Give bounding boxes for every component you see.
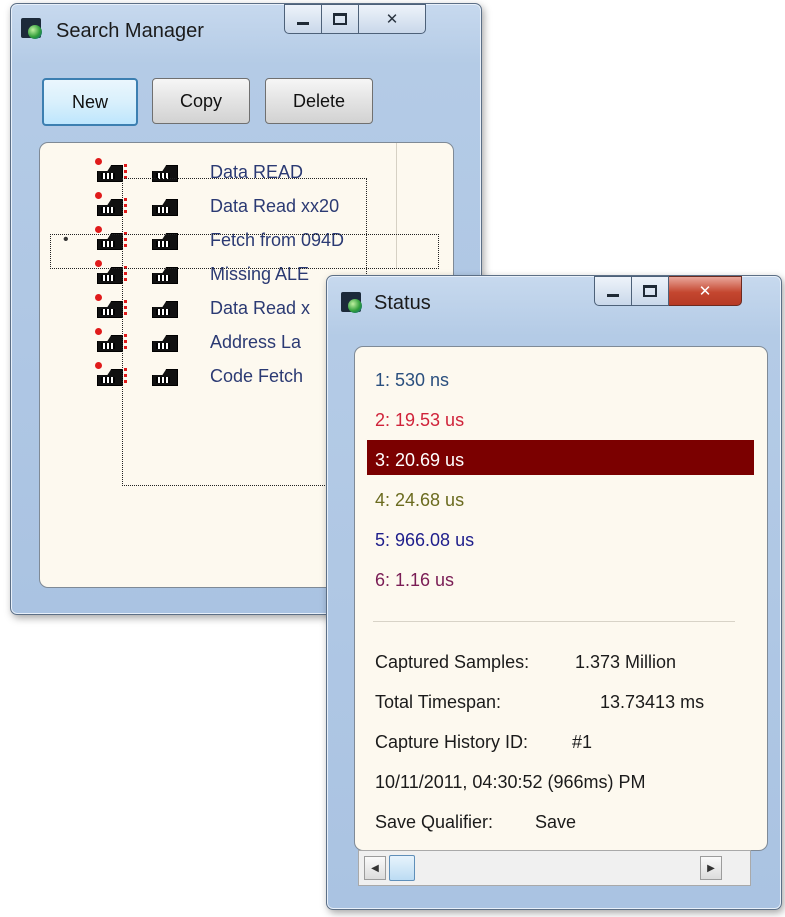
delete-button[interactable]: Delete: [265, 78, 373, 124]
scroll-left-button[interactable]: ◀: [364, 856, 386, 880]
search-enable-icon[interactable]: [95, 158, 127, 182]
captured-samples-row: Captured Samples: 1.373 Million: [375, 652, 676, 673]
maximize-icon: [333, 13, 347, 25]
total-timespan-label: Total Timespan:: [375, 692, 502, 712]
minimize-icon: [297, 22, 309, 25]
capture-timestamp: 10/11/2011, 04:30:52 (966ms) PM: [375, 772, 646, 792]
search-manager-titlebar[interactable]: Search Manager ✕: [11, 4, 481, 52]
status-titlebar[interactable]: Status ✕: [327, 276, 781, 324]
scroll-thumb[interactable]: [389, 855, 415, 881]
total-timespan-value: 13.73413 ms: [600, 692, 705, 712]
close-icon: ✕: [385, 10, 399, 28]
captured-samples-label: Captured Samples:: [375, 652, 530, 672]
close-button[interactable]: ✕: [669, 276, 742, 306]
scroll-right-icon: ▶: [707, 862, 715, 874]
capture-history-row: Capture History ID: #1: [375, 732, 592, 753]
minimize-icon: [607, 294, 619, 297]
captured-samples-value: 1.373 Million: [575, 652, 677, 672]
horizontal-scrollbar[interactable]: ◀ ▶: [358, 850, 751, 886]
timing-row[interactable]: 2: 19.53 us: [375, 410, 464, 431]
new-button[interactable]: New: [42, 78, 138, 126]
capture-history-value: #1: [572, 732, 593, 752]
search-manager-caption-buttons: ✕: [284, 4, 426, 34]
timing-row[interactable]: 3: 20.69 us: [375, 450, 464, 471]
timing-row[interactable]: 1: 530 ns: [375, 370, 449, 391]
capture-history-label: Capture History ID:: [375, 732, 529, 752]
search-enable-icon[interactable]: [95, 328, 127, 352]
close-icon: ✕: [698, 282, 712, 300]
search-enable-icon[interactable]: [95, 362, 127, 386]
timing-row[interactable]: 4: 24.68 us: [375, 490, 464, 511]
search-enable-icon[interactable]: [95, 192, 127, 216]
save-qualifier-value: Save: [535, 812, 577, 832]
search-manager-title: Search Manager: [56, 20, 204, 42]
close-button[interactable]: ✕: [359, 4, 426, 34]
status-caption-buttons: ✕: [594, 276, 742, 306]
app-logo-icon: [341, 292, 365, 316]
app-logo-icon: [21, 18, 45, 42]
timing-row[interactable]: 6: 1.16 us: [375, 570, 454, 591]
save-qualifier-label: Save Qualifier:: [375, 812, 494, 832]
scroll-left-icon: ◀: [371, 862, 379, 874]
selection-focus-rect: [50, 234, 439, 269]
maximize-icon: [643, 285, 657, 297]
status-divider: [373, 621, 735, 622]
status-pane: 1: 530 ns 2: 19.53 us 3: 20.69 us 4: 24.68 …: [354, 346, 768, 851]
minimize-button[interactable]: [284, 4, 322, 34]
total-timespan-row: Total Timespan: 13.73413 ms: [375, 692, 704, 713]
search-enable-icon[interactable]: [95, 294, 127, 318]
status-title: Status: [374, 292, 431, 314]
save-qualifier-row: Save Qualifier: Save: [375, 812, 576, 833]
copy-button[interactable]: Copy: [152, 78, 250, 124]
status-window: Status ✕ 1: 530 ns 2: 19.53 us 3: 20.69 us…: [326, 275, 782, 910]
minimize-button[interactable]: [594, 276, 632, 306]
maximize-button[interactable]: [632, 276, 669, 306]
scroll-right-button[interactable]: ▶: [700, 856, 722, 880]
timing-row[interactable]: 5: 966.08 us: [375, 530, 474, 551]
maximize-button[interactable]: [322, 4, 359, 34]
